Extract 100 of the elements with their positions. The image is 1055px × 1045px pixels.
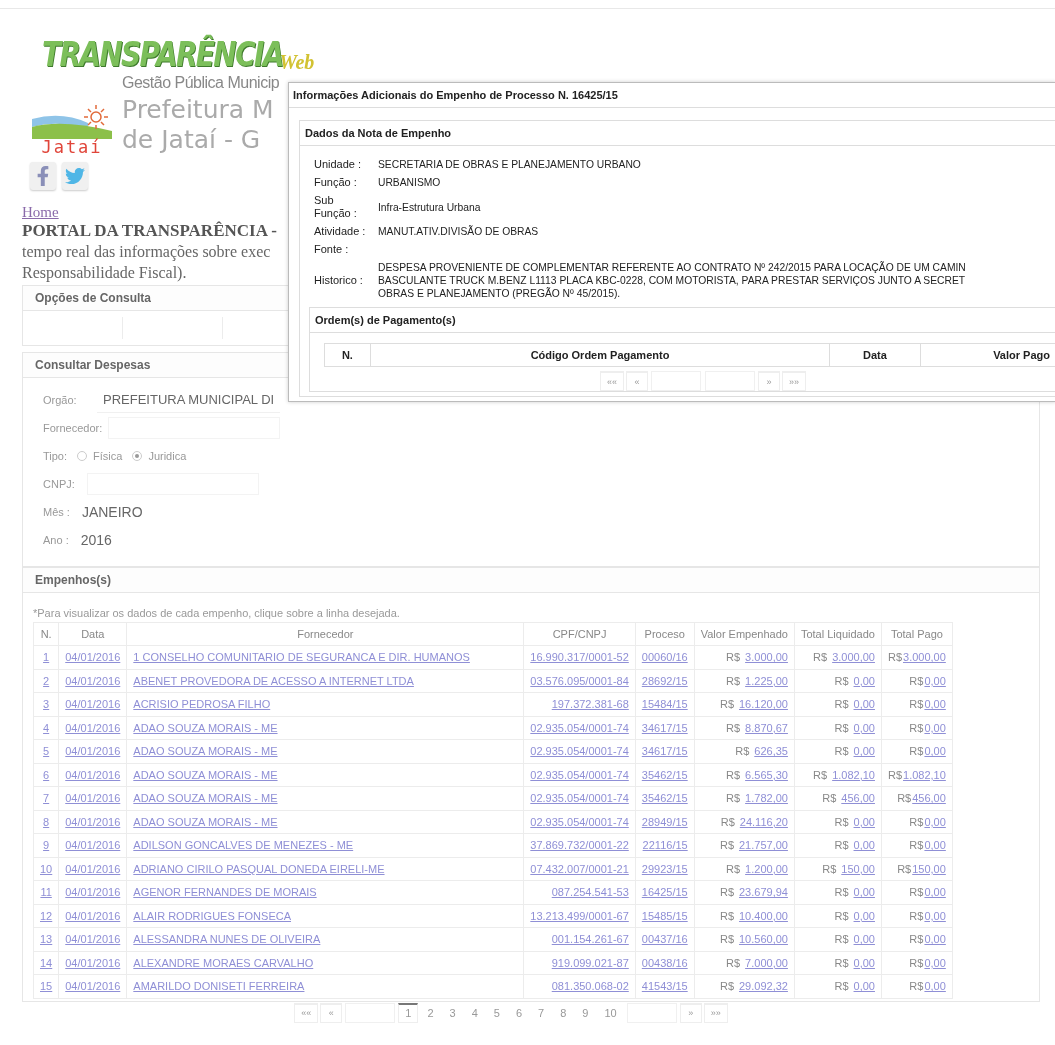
supplier-link[interactable]: ADAO SOUZA MORAIS - ME [133, 792, 278, 805]
amount-link[interactable]: 456,00 [841, 792, 875, 805]
amount-link[interactable]: 0,00 [924, 815, 946, 828]
row-number-link[interactable]: 7 [43, 792, 50, 805]
amount-link[interactable]: 0,00 [924, 698, 946, 711]
pager-nav-button[interactable]: « [320, 1002, 343, 1023]
amount-link[interactable]: 0,00 [853, 956, 875, 969]
pager-nav-button[interactable]: « [626, 371, 648, 391]
amount-link[interactable]: 456,00 [912, 792, 946, 805]
pager-nav-button[interactable]: » [758, 371, 780, 391]
pager-nav-button[interactable]: «« [600, 371, 624, 391]
currency-label: R$ [834, 909, 849, 922]
field-label: Tipo: [43, 450, 68, 462]
row-number-link[interactable]: 3 [43, 698, 50, 711]
currency-label: R$ [719, 839, 734, 852]
pager-nav-button[interactable]: «« [294, 1002, 319, 1023]
amount-link[interactable]: 0,00 [924, 721, 946, 734]
amount-link[interactable]: 1.225,00 [745, 674, 788, 687]
amount-link[interactable]: 3.000,00 [903, 651, 946, 664]
amount-link[interactable]: 6.565,30 [745, 768, 788, 781]
home-link[interactable]: Home [22, 204, 59, 221]
amount-link[interactable]: 0,00 [924, 745, 946, 758]
amount-link[interactable]: 0,00 [853, 980, 875, 993]
field-label: Ano : [43, 534, 69, 546]
portal-title: PORTAL DA TRANSPARÊNCIA - [22, 221, 277, 241]
detail-label: Função : [314, 176, 358, 189]
amount-link[interactable]: 3.000,00 [745, 651, 788, 664]
amount-link[interactable]: 16.120,00 [739, 698, 788, 711]
amount-link[interactable]: 0,00 [853, 674, 875, 687]
currency-label: R$ [726, 792, 741, 805]
detail-label: Sub Função : [314, 194, 358, 220]
amount-link[interactable]: 0,00 [853, 815, 875, 828]
amount-link[interactable]: 3.000,00 [832, 651, 875, 664]
amount-link[interactable]: 0,00 [853, 933, 875, 946]
currency-label: R$ [726, 674, 741, 687]
radio-label: Juridica [148, 450, 187, 462]
column-header: Total Pago [881, 622, 953, 646]
amount-link[interactable]: 29.092,32 [739, 980, 788, 993]
detail-value: DESPESA PROVENIENTE DE COMPLEMENTAR REFERENTE AO CONTRATO Nº 242/2015 PARA LOCAÇÃO DE UM CAMIN [378, 261, 967, 274]
amount-link[interactable]: 1.082,10 [832, 768, 875, 781]
pager-nav-button[interactable]: »» [782, 371, 806, 391]
facebook-icon[interactable] [30, 162, 56, 190]
amount-link[interactable]: 150,00 [912, 862, 946, 875]
page-button[interactable]: 1 [398, 1002, 419, 1023]
amount-link[interactable]: 23.679,94 [739, 886, 788, 899]
amount-link[interactable]: 8.870,67 [745, 721, 788, 734]
column-header: Fornecedor [126, 622, 524, 646]
pager-nav-button[interactable]: »» [703, 1002, 728, 1023]
amount-link[interactable]: 1.782,00 [745, 792, 788, 805]
currency-label: R$ [726, 721, 741, 734]
currency-label: R$ [719, 886, 734, 899]
supplier-link[interactable]: ADAO SOUZA MORAIS - ME [133, 745, 278, 758]
amount-link[interactable]: 0,00 [924, 980, 946, 993]
currency-label: R$ [813, 768, 828, 781]
amount-link[interactable]: 0,00 [853, 745, 875, 758]
amount-link[interactable]: 24.116,20 [739, 815, 788, 828]
amount-link[interactable]: 0,00 [924, 956, 946, 969]
amount-link[interactable]: 0,00 [924, 674, 946, 687]
amount-link[interactable]: 1.082,10 [903, 768, 946, 781]
supplier-link[interactable]: ACRISIO PEDROSA FILHO [133, 698, 271, 711]
amount-link[interactable]: 0,00 [853, 839, 875, 852]
field-value: 2016 [80, 532, 112, 548]
amount-link[interactable]: 0,00 [853, 886, 875, 899]
amount-link[interactable]: 0,00 [853, 698, 875, 711]
field-value: JANEIRO [81, 504, 143, 520]
amount-link[interactable]: 1.200,00 [745, 862, 788, 875]
orgao-select[interactable]: PREFEITURA MUNICIPAL DI [97, 387, 281, 413]
currency-label: R$ [909, 839, 924, 852]
column-header: Total Liquidado [794, 622, 882, 646]
amount-link[interactable]: 150,00 [841, 862, 875, 875]
row-number-link[interactable]: 9 [43, 839, 50, 852]
amount-link[interactable]: 0,00 [924, 909, 946, 922]
intro-text: Responsabilidade Fiscal). [22, 263, 187, 283]
column-header: Valor Pago [920, 343, 1055, 367]
amount-link[interactable]: 0,00 [924, 839, 946, 852]
amount-link[interactable]: 0,00 [853, 721, 875, 734]
row-number-link[interactable]: 4 [43, 721, 50, 734]
currency-label: R$ [726, 651, 741, 664]
twitter-icon[interactable] [62, 162, 88, 190]
amount-link[interactable]: 21.757,00 [739, 839, 788, 852]
amount-link[interactable]: 10.560,00 [739, 933, 788, 946]
supplier-link[interactable]: ADAO SOUZA MORAIS - ME [133, 721, 278, 734]
amount-link[interactable]: 0,00 [853, 909, 875, 922]
row-number-link[interactable]: 2 [43, 674, 50, 687]
panel-title: Ordem(s) de Pagamento(s) [310, 308, 1055, 333]
amount-link[interactable]: 0,00 [924, 886, 946, 899]
row-number-link[interactable]: 1 [43, 651, 50, 664]
row-number-link[interactable]: 5 [43, 745, 50, 758]
amount-link[interactable]: 7.000,00 [745, 956, 788, 969]
amount-link[interactable]: 626,35 [754, 745, 788, 758]
supplier-link[interactable]: ADAO SOUZA MORAIS - ME [133, 768, 278, 781]
amount-link[interactable]: 10.400,00 [739, 909, 788, 922]
currency-label: R$ [909, 815, 924, 828]
column-header: N. [324, 343, 371, 367]
currency-label: R$ [720, 815, 735, 828]
pager-nav-button[interactable]: » [679, 1002, 702, 1023]
row-number-link[interactable]: 8 [43, 815, 50, 828]
row-number-link[interactable]: 6 [43, 768, 50, 781]
supplier-link[interactable]: ADAO SOUZA MORAIS - ME [133, 815, 278, 828]
amount-link[interactable]: 0,00 [924, 933, 946, 946]
